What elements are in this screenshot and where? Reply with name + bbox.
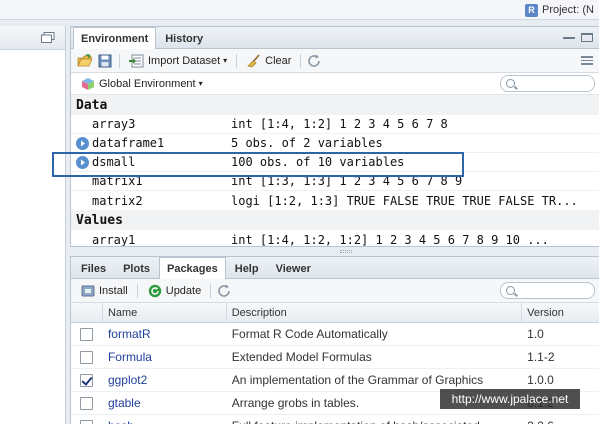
search-icon	[506, 79, 515, 88]
project-menu[interactable]: R Project: (N	[525, 2, 594, 18]
variable-name: matrix2	[92, 193, 143, 208]
maximize-pane-icon[interactable]	[581, 33, 593, 42]
values-section-header: Values	[71, 210, 599, 230]
column-header-description[interactable]: Description	[227, 302, 523, 323]
package-description: Extended Model Formulas	[231, 350, 372, 364]
install-packages-button[interactable]: Install	[77, 281, 131, 301]
package-description: Format R Code Automatically	[231, 327, 388, 341]
highlight-box	[52, 152, 464, 177]
clear-workspace-button[interactable]: Clear	[243, 51, 294, 71]
install-icon	[81, 285, 95, 296]
project-label: Project: (N	[542, 4, 594, 16]
env-row-dataframe1[interactable]: dataframe1 5 obs. of 2 variables	[71, 134, 599, 153]
environment-toolbar: Import Dataset ▾ Clear	[71, 49, 599, 73]
package-version: 1.1-2	[527, 350, 555, 364]
toolbar-separator	[136, 283, 138, 298]
package-load-checkbox[interactable]	[80, 350, 94, 364]
package-name-link[interactable]: ggplot2	[103, 369, 227, 392]
dropdown-caret-icon: ▾	[198, 79, 203, 88]
environment-scope-bar: Global Environment ▾	[71, 73, 599, 95]
pane-splitter[interactable]	[70, 247, 599, 256]
environment-scope-label: Global Environment	[99, 77, 196, 90]
package-name-link[interactable]: Formula	[103, 346, 227, 369]
package-name-link[interactable]: formatR	[103, 323, 227, 346]
open-folder-icon[interactable]	[77, 53, 93, 68]
env-row-matrix2[interactable]: matrix2 logi [1:2, 1:3] TRUE FALSE TRUE …	[71, 191, 599, 210]
env-row-array1[interactable]: array1 int [1:4, 1:2, 1:2] 1 2 3 4 5 6 7…	[71, 230, 599, 247]
data-section-header: Data	[71, 95, 599, 115]
packages-tabbar: Files Plots Packages Help Viewer	[71, 257, 599, 279]
splitter-grip-icon[interactable]	[340, 250, 352, 253]
search-icon	[506, 286, 515, 295]
variable-value: int [1:4, 1:2] 1 2 3 4 5 6 7 8	[231, 117, 448, 131]
column-header-name[interactable]: Name	[103, 302, 227, 323]
packages-toolbar: Install Update	[71, 279, 599, 303]
update-packages-button[interactable]: Update	[144, 281, 204, 301]
list-view-icon[interactable]	[581, 56, 593, 65]
clear-label: Clear	[265, 54, 292, 67]
toolbar-separator	[119, 53, 120, 68]
table-row: hash Full feature implementation of hash…	[71, 415, 599, 424]
package-name-link[interactable]: gtable	[103, 392, 227, 415]
package-load-checkbox[interactable]	[80, 327, 94, 341]
top-bar: R Project: (N	[0, 0, 599, 20]
packages-table-header: Name Description Version	[71, 302, 599, 323]
variable-value: int [1:4, 1:2, 1:2] 1 2 3 4 5 6 7 8 9 10…	[231, 232, 549, 247]
variable-name: array1	[92, 232, 136, 247]
toolbar-separator	[300, 53, 302, 68]
environment-pane: Environment History Import Dataset ▾ Cle…	[70, 26, 599, 247]
package-version: 2.2.6	[522, 415, 599, 424]
package-load-checkbox[interactable]	[80, 373, 94, 387]
table-row: Formula Extended Model Formulas 1.1-2	[71, 346, 599, 369]
tab-plots[interactable]: Plots	[115, 258, 158, 278]
variable-name: dataframe1	[92, 136, 165, 150]
column-header-version[interactable]: Version	[522, 303, 599, 323]
watermark: http://www.jpalace.net	[440, 389, 580, 409]
broom-icon	[247, 53, 260, 67]
refresh-icon[interactable]	[307, 54, 323, 68]
package-name-link[interactable]: hash	[103, 415, 227, 424]
minimize-pane-icon[interactable]	[563, 37, 575, 40]
tab-history[interactable]: History	[157, 28, 211, 48]
import-icon	[129, 54, 144, 67]
restore-pane-icon[interactable]	[41, 32, 55, 43]
checkbox-column-header	[71, 302, 103, 323]
import-dataset-label: Import Dataset	[148, 54, 221, 67]
dropdown-caret-icon: ▾	[223, 56, 228, 65]
variable-value: logi [1:2, 1:3] TRUE FALSE TRUE TRUE FAL…	[231, 193, 578, 208]
source-pane-header	[0, 26, 65, 50]
update-icon	[148, 284, 161, 297]
r-cube-icon	[82, 77, 94, 90]
environment-scope-dropdown[interactable]: Global Environment ▾	[77, 74, 206, 94]
install-label: Install	[99, 284, 128, 297]
package-load-checkbox[interactable]	[80, 419, 94, 424]
expand-arrow-icon[interactable]	[75, 136, 90, 151]
package-version: 1.0	[527, 327, 544, 341]
package-description: Full feature implementation of hash/asso…	[227, 415, 522, 424]
tab-files[interactable]: Files	[73, 258, 114, 278]
source-pane	[0, 26, 66, 424]
environment-search-input[interactable]	[500, 75, 595, 92]
variable-value: 5 obs. of 2 variables	[231, 136, 383, 150]
import-dataset-button[interactable]: Import Dataset ▾	[126, 51, 230, 71]
tab-help[interactable]: Help	[227, 258, 267, 278]
r-project-icon: R	[525, 3, 538, 17]
tab-packages[interactable]: Packages	[158, 257, 226, 279]
toolbar-separator	[210, 283, 212, 298]
save-icon[interactable]	[97, 54, 113, 68]
table-row: formatR Format R Code Automatically 1.0	[71, 323, 599, 346]
package-load-checkbox[interactable]	[80, 396, 94, 410]
tab-viewer[interactable]: Viewer	[268, 258, 319, 278]
toolbar-separator	[236, 53, 238, 68]
refresh-icon[interactable]	[217, 284, 233, 298]
update-label: Update	[165, 284, 202, 297]
tab-environment[interactable]: Environment	[73, 27, 157, 49]
environment-tabbar: Environment History	[71, 27, 599, 49]
variable-name: array3	[92, 117, 136, 131]
env-row-array3[interactable]: array3 int [1:4, 1:2] 1 2 3 4 5 6 7 8	[71, 115, 599, 134]
packages-search-input[interactable]	[500, 282, 595, 299]
